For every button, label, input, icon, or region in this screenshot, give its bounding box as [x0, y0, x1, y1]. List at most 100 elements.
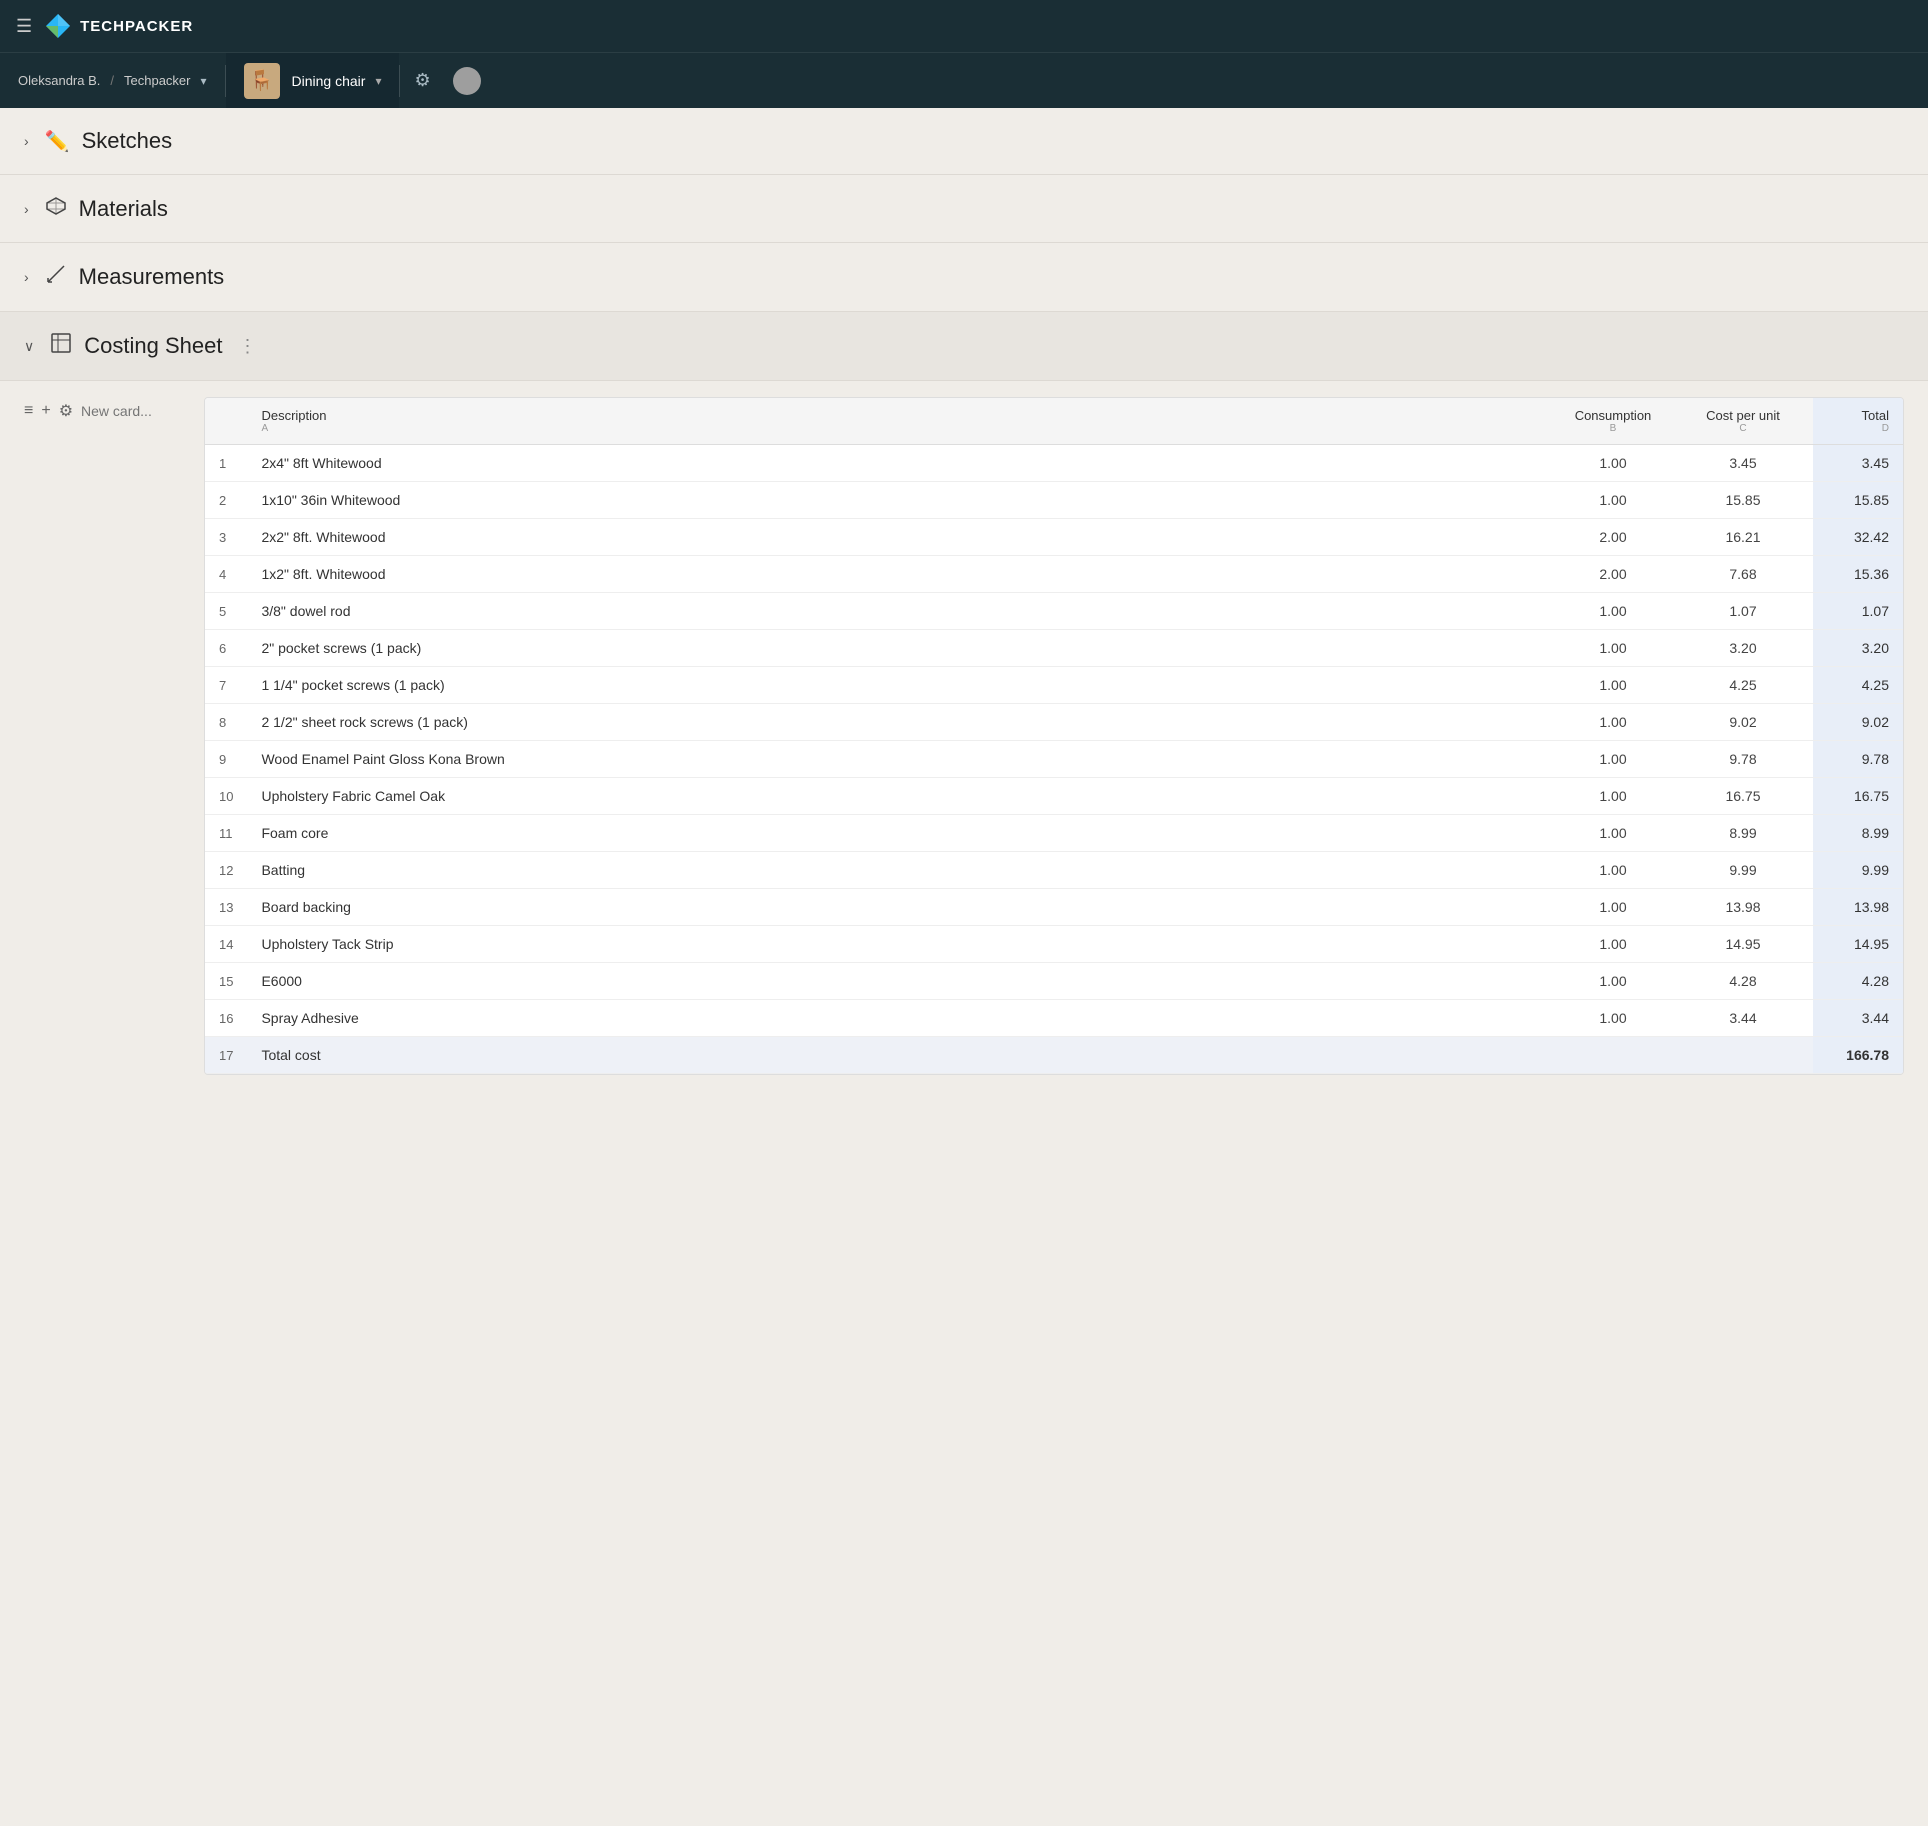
table-row[interactable]: 16Spray Adhesive1.003.443.44 — [205, 1000, 1903, 1037]
col-total: Total D — [1813, 398, 1903, 445]
materials-label: Materials — [79, 196, 168, 222]
cell-consumption[interactable]: 1.00 — [1553, 445, 1673, 482]
table-row[interactable]: 71 1/4" pocket screws (1 pack)1.004.254.… — [205, 667, 1903, 704]
costing-sheet-more-icon[interactable]: ⋮ — [238, 336, 256, 357]
table-row[interactable]: 32x2" 8ft. Whitewood2.0016.2132.42 — [205, 519, 1903, 556]
cell-cost-per-unit[interactable]: 1.07 — [1673, 593, 1813, 630]
table-row[interactable]: 17Total cost166.78 — [205, 1037, 1903, 1074]
materials-section-row[interactable]: › Materials — [0, 175, 1928, 243]
cell-cost-per-unit[interactable]: 16.21 — [1673, 519, 1813, 556]
product-tab[interactable]: 🪑 Dining chair ▾ — [226, 53, 400, 108]
logo: TECHPACKER — [44, 12, 193, 40]
table-row[interactable]: 9Wood Enamel Paint Gloss Kona Brown1.009… — [205, 741, 1903, 778]
cell-total: 13.98 — [1813, 889, 1903, 926]
costing-sheet-label: Costing Sheet — [84, 333, 222, 359]
cell-consumption[interactable]: 1.00 — [1553, 852, 1673, 889]
costing-sheet-content: ≡ + ⚙ Description A Consumption — [0, 381, 1928, 1091]
costing-sheet-section-row[interactable]: ∨ Costing Sheet ⋮ — [0, 312, 1928, 381]
cell-description[interactable]: 2x4" 8ft Whitewood — [247, 445, 1553, 482]
cell-description[interactable]: 2 1/2" sheet rock screws (1 pack) — [247, 704, 1553, 741]
cell-consumption[interactable] — [1553, 1037, 1673, 1074]
user-avatar — [453, 67, 481, 95]
sketches-section-row[interactable]: › ✏️ Sketches — [0, 108, 1928, 175]
cell-consumption[interactable]: 1.00 — [1553, 889, 1673, 926]
cell-row-num: 15 — [205, 963, 247, 1000]
cell-cost-per-unit[interactable]: 4.28 — [1673, 963, 1813, 1000]
cell-row-num: 5 — [205, 593, 247, 630]
table-row[interactable]: 62" pocket screws (1 pack)1.003.203.20 — [205, 630, 1903, 667]
cell-consumption[interactable]: 1.00 — [1553, 593, 1673, 630]
cell-row-num: 7 — [205, 667, 247, 704]
cell-description[interactable]: Spray Adhesive — [247, 1000, 1553, 1037]
eq-icon[interactable]: ≡ — [24, 402, 33, 420]
cell-cost-per-unit[interactable]: 9.99 — [1673, 852, 1813, 889]
cell-consumption[interactable]: 1.00 — [1553, 630, 1673, 667]
cell-description[interactable]: Wood Enamel Paint Gloss Kona Brown — [247, 741, 1553, 778]
cell-consumption[interactable]: 1.00 — [1553, 741, 1673, 778]
cell-cost-per-unit[interactable]: 8.99 — [1673, 815, 1813, 852]
table-row[interactable]: 12x4" 8ft Whitewood1.003.453.45 — [205, 445, 1903, 482]
cell-consumption[interactable]: 1.00 — [1553, 926, 1673, 963]
cell-description[interactable]: Foam core — [247, 815, 1553, 852]
cell-cost-per-unit[interactable]: 3.44 — [1673, 1000, 1813, 1037]
settings-gear-icon[interactable]: ⚙ — [400, 70, 444, 91]
cell-cost-per-unit[interactable]: 14.95 — [1673, 926, 1813, 963]
cell-description[interactable]: 2" pocket screws (1 pack) — [247, 630, 1553, 667]
cell-cost-per-unit[interactable]: 9.02 — [1673, 704, 1813, 741]
cell-row-num: 12 — [205, 852, 247, 889]
menu-icon[interactable]: ☰ — [16, 16, 32, 37]
cell-description[interactable]: 1 1/4" pocket screws (1 pack) — [247, 667, 1553, 704]
cell-cost-per-unit[interactable]: 15.85 — [1673, 482, 1813, 519]
product-thumb: 🪑 — [244, 63, 280, 99]
cell-description[interactable]: E6000 — [247, 963, 1553, 1000]
cell-total: 3.20 — [1813, 630, 1903, 667]
cell-cost-per-unit[interactable]: 4.25 — [1673, 667, 1813, 704]
add-icon[interactable]: + — [41, 402, 50, 420]
cell-description[interactable]: Board backing — [247, 889, 1553, 926]
table-row[interactable]: 15E60001.004.284.28 — [205, 963, 1903, 1000]
table-row[interactable]: 13Board backing1.0013.9813.98 — [205, 889, 1903, 926]
cell-description[interactable]: Total cost — [247, 1037, 1553, 1074]
cell-cost-per-unit[interactable]: 3.45 — [1673, 445, 1813, 482]
cell-total: 14.95 — [1813, 926, 1903, 963]
table-row[interactable]: 82 1/2" sheet rock screws (1 pack)1.009.… — [205, 704, 1903, 741]
cell-description[interactable]: Upholstery Tack Strip — [247, 926, 1553, 963]
table-row[interactable]: 14Upholstery Tack Strip1.0014.9514.95 — [205, 926, 1903, 963]
cell-description[interactable]: Upholstery Fabric Camel Oak — [247, 778, 1553, 815]
cell-consumption[interactable]: 1.00 — [1553, 667, 1673, 704]
table-row[interactable]: 11Foam core1.008.998.99 — [205, 815, 1903, 852]
table-row[interactable]: 53/8" dowel rod1.001.071.07 — [205, 593, 1903, 630]
cell-cost-per-unit[interactable]: 3.20 — [1673, 630, 1813, 667]
cell-row-num: 1 — [205, 445, 247, 482]
cell-cost-per-unit[interactable]: 13.98 — [1673, 889, 1813, 926]
table-row[interactable]: 12Batting1.009.999.99 — [205, 852, 1903, 889]
sketches-chevron: › — [24, 133, 29, 149]
user-workspace-item[interactable]: Oleksandra B. / Techpacker ▾ — [0, 53, 225, 108]
cell-description[interactable]: 1x2" 8ft. Whitewood — [247, 556, 1553, 593]
costing-table: Description A Consumption B Cost per uni… — [205, 398, 1903, 1074]
cell-consumption[interactable]: 1.00 — [1553, 815, 1673, 852]
cell-consumption[interactable]: 1.00 — [1553, 1000, 1673, 1037]
settings-icon[interactable]: ⚙ — [59, 401, 73, 421]
cell-cost-per-unit[interactable]: 16.75 — [1673, 778, 1813, 815]
cell-consumption[interactable]: 2.00 — [1553, 519, 1673, 556]
cell-consumption[interactable]: 1.00 — [1553, 704, 1673, 741]
cell-cost-per-unit[interactable]: 7.68 — [1673, 556, 1813, 593]
measurements-section-row[interactable]: › Measurements — [0, 243, 1928, 312]
cell-cost-per-unit[interactable] — [1673, 1037, 1813, 1074]
cell-description[interactable]: Batting — [247, 852, 1553, 889]
cell-row-num: 13 — [205, 889, 247, 926]
table-row[interactable]: 21x10" 36in Whitewood1.0015.8515.85 — [205, 482, 1903, 519]
cell-consumption[interactable]: 1.00 — [1553, 482, 1673, 519]
cell-description[interactable]: 1x10" 36in Whitewood — [247, 482, 1553, 519]
cell-consumption[interactable]: 1.00 — [1553, 778, 1673, 815]
measurements-chevron: › — [24, 269, 29, 285]
logo-icon — [44, 12, 72, 40]
cell-cost-per-unit[interactable]: 9.78 — [1673, 741, 1813, 778]
cell-description[interactable]: 3/8" dowel rod — [247, 593, 1553, 630]
table-row[interactable]: 41x2" 8ft. Whitewood2.007.6815.36 — [205, 556, 1903, 593]
cell-consumption[interactable]: 2.00 — [1553, 556, 1673, 593]
cell-description[interactable]: 2x2" 8ft. Whitewood — [247, 519, 1553, 556]
cell-consumption[interactable]: 1.00 — [1553, 963, 1673, 1000]
table-row[interactable]: 10Upholstery Fabric Camel Oak1.0016.7516… — [205, 778, 1903, 815]
